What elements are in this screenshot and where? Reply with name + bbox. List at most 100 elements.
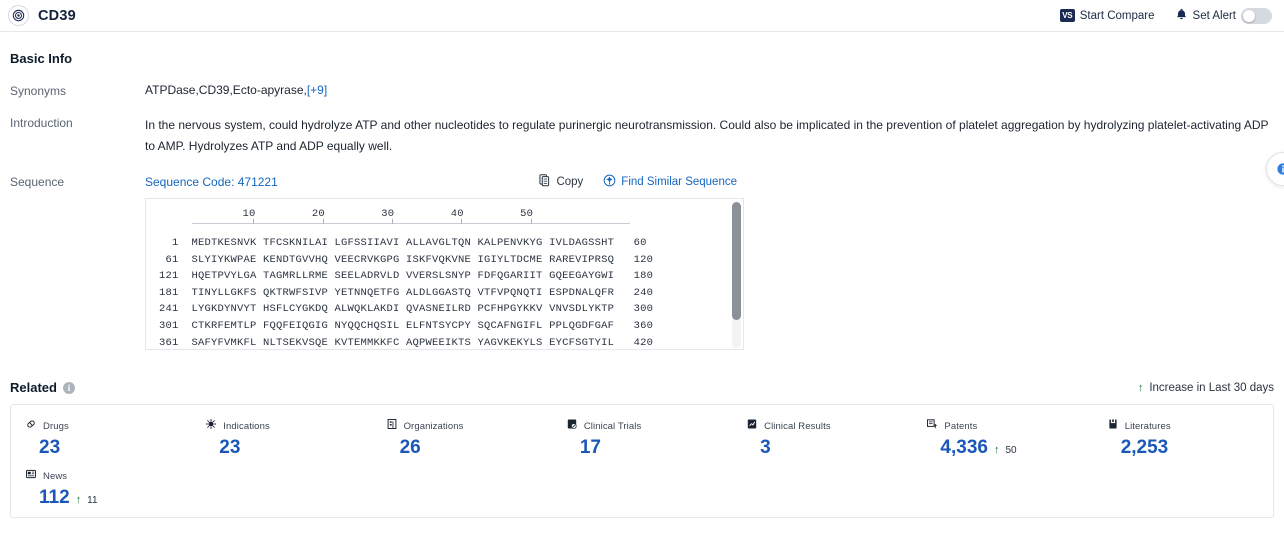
stat-head: Drugs xyxy=(25,417,191,435)
building-icon xyxy=(386,417,398,435)
increase-legend-label: Increase in Last 30 days xyxy=(1149,381,1274,394)
book-icon xyxy=(1107,417,1119,435)
bell-alert-icon xyxy=(1175,8,1188,24)
stat-card-news[interactable]: News 112 ↑ 11 xyxy=(11,467,191,509)
find-similar-label: Find Similar Sequence xyxy=(621,176,737,188)
stat-value-wrap: 26 xyxy=(386,437,552,459)
sequence-header: Sequence Code: 471221 Copy Find Similar … xyxy=(145,174,1274,190)
set-alert-label: Set Alert xyxy=(1192,9,1236,22)
stat-value: 4,336 xyxy=(940,437,988,458)
stat-delta-up-arrow-icon: ↑ xyxy=(993,444,1000,456)
ruler-tick-mark xyxy=(322,219,324,224)
stat-value: 23 xyxy=(39,437,61,458)
copy-label: Copy xyxy=(556,176,584,188)
synonyms-row: Synonyms ATPDase,CD39,Ecto-apyrase,[+9] xyxy=(10,83,1274,98)
stat-card-patents[interactable]: Patents 4,336 ↑ 50 xyxy=(912,417,1092,459)
target-icon xyxy=(8,5,29,26)
stat-value-wrap: 23 xyxy=(25,437,191,459)
stat-value: 3 xyxy=(760,437,771,458)
copy-icon xyxy=(539,174,551,190)
stat-head: Organizations xyxy=(386,417,552,435)
stat-value: 23 xyxy=(219,437,241,458)
stat-head: Indications xyxy=(205,417,371,435)
stat-delta-up-arrow-icon: ↑ xyxy=(75,494,82,506)
sequence-content: 10 20 30 40 50 1 MEDTKESNVK TFCSKNILAI LGFSS… xyxy=(146,199,743,349)
info-circle-icon xyxy=(1277,163,1284,175)
sequence-label: Sequence xyxy=(10,175,65,189)
sequence-code-link[interactable]: Sequence Code: 471221 xyxy=(145,175,278,189)
sequence-line: 361 SAFYFVMKFL NLTSEKVSQE KVTEMMKKFC AQP… xyxy=(146,336,654,349)
stat-value-wrap: 17 xyxy=(566,437,732,459)
stat-value-wrap: 112 ↑ 11 xyxy=(25,487,191,509)
find-similar-icon xyxy=(603,174,616,190)
stat-card-clinical-results[interactable]: Clinical Results 3 xyxy=(732,417,912,459)
stat-card-drugs[interactable]: Drugs 23 xyxy=(11,417,191,459)
related-title: Related xyxy=(10,380,57,395)
stat-head: Patents xyxy=(926,417,1092,435)
patent-icon xyxy=(926,417,938,435)
stat-card-literatures[interactable]: Literatures 2,253 xyxy=(1093,417,1273,459)
sequence-ruler-labels: 10 20 30 40 50 xyxy=(146,208,743,221)
set-alert-toggle[interactable] xyxy=(1241,7,1272,24)
basic-info-title: Basic Info xyxy=(10,51,73,66)
introduction-text: In the nervous system, could hydrolyze A… xyxy=(145,118,1269,153)
sequence-line: 241 LYGKDYNVYT HSFLCYGKDQ ALWQKLAKDI QVA… xyxy=(146,303,654,316)
introduction-label: Introduction xyxy=(10,116,73,130)
virus-icon xyxy=(205,417,217,435)
sequence-viewer[interactable]: 10 20 30 40 50 1 MEDTKESNVK TFCSKNILAI LGFSS… xyxy=(145,198,744,350)
stat-label: Clinical Results xyxy=(764,420,831,432)
sequence-line: 121 HQETPVYLGA TAGMRLLRME SEELADRVLD VVE… xyxy=(146,270,654,283)
stat-head: News xyxy=(25,467,191,485)
synonyms-value-wrap: ATPDase,CD39,Ecto-apyrase,[+9] xyxy=(145,83,1274,98)
header-actions: VS Start Compare Set Alert xyxy=(1059,7,1272,24)
brand: CD39 xyxy=(8,5,76,26)
clipboard-chart-icon xyxy=(746,417,758,435)
sequence-tools: Copy Find Similar Sequence xyxy=(539,174,1274,190)
news-icon xyxy=(25,467,37,485)
related-stats-card: Drugs 23 Indications 23 Organizations 26 Clini… xyxy=(10,404,1274,518)
ruler-tick-mark xyxy=(461,219,463,224)
start-compare-button[interactable]: VS Start Compare xyxy=(1059,9,1155,22)
increase-legend: ↑ Increase in Last 30 days xyxy=(1138,382,1274,394)
introduction-row: Introduction In the nervous system, coul… xyxy=(10,115,1274,157)
ruler-tick-mark xyxy=(391,219,393,224)
stat-value-wrap: 3 xyxy=(746,437,912,459)
related-header: Related i ↑ Increase in Last 30 days xyxy=(10,380,1274,395)
stat-card-organizations[interactable]: Organizations 26 xyxy=(372,417,552,459)
stat-value: 17 xyxy=(579,437,601,458)
stat-grid: Drugs 23 Indications 23 Organizations 26 Clini… xyxy=(11,417,1273,509)
info-icon[interactable]: i xyxy=(62,381,75,394)
sequence-line: 61 SLYIYKWPAE KENDTGVVHQ VEECRVKGPG ISKF… xyxy=(146,253,654,266)
synonyms-more-link[interactable]: [+9] xyxy=(307,83,327,97)
capsule-icon xyxy=(25,417,37,435)
stat-card-clinical-trials[interactable]: Clinical Trials 17 xyxy=(552,417,732,459)
stat-head: Clinical Trials xyxy=(566,417,732,435)
stat-head: Clinical Results xyxy=(746,417,912,435)
sequence-line: 301 CTKRFEMTLP FQQFEIQGIG NYQQCHQSIL ELF… xyxy=(146,319,654,332)
stat-delta-value: 50 xyxy=(1005,445,1017,456)
find-similar-sequence-button[interactable]: Find Similar Sequence xyxy=(603,174,737,190)
sequence-ruler-line xyxy=(192,219,630,224)
sequence-scrollbar-track[interactable] xyxy=(732,202,741,348)
copy-button[interactable]: Copy xyxy=(539,174,583,190)
stat-label: Literatures xyxy=(1124,420,1171,432)
stat-value: 112 xyxy=(39,487,70,508)
ruler-tick-mark xyxy=(253,219,255,224)
start-compare-label: Start Compare xyxy=(1079,9,1155,22)
sequence-line: 181 TINYLLGKFS QKTRWFSIVP YETNNQETFG ALD… xyxy=(146,286,654,299)
stat-label: Clinical Trials xyxy=(583,420,642,432)
stat-value: 26 xyxy=(399,437,421,458)
stat-card-indications[interactable]: Indications 23 xyxy=(191,417,371,459)
top-header-bar: CD39 VS Start Compare Set Alert xyxy=(0,0,1284,32)
stat-value-wrap: 4,336 ↑ 50 xyxy=(926,437,1092,459)
sequence-rows: 1 MEDTKESNVK TFCSKNILAI LGFSSIIAVI ALLAV… xyxy=(146,235,743,349)
clipboard-trial-icon xyxy=(566,417,578,435)
set-alert-control[interactable]: Set Alert xyxy=(1175,7,1272,24)
sequence-scrollbar-thumb[interactable] xyxy=(732,202,741,320)
sequence-line: 1 MEDTKESNVK TFCSKNILAI LGFSSIIAVI ALLAV… xyxy=(146,237,647,249)
stat-value-wrap: 2,253 xyxy=(1107,437,1273,459)
sequence-row: Sequence Sequence Code: 471221 Copy Find… xyxy=(10,174,1274,350)
stat-label: Patents xyxy=(944,420,978,432)
stat-label: Indications xyxy=(223,420,270,432)
stat-value: 2,253 xyxy=(1120,437,1169,458)
